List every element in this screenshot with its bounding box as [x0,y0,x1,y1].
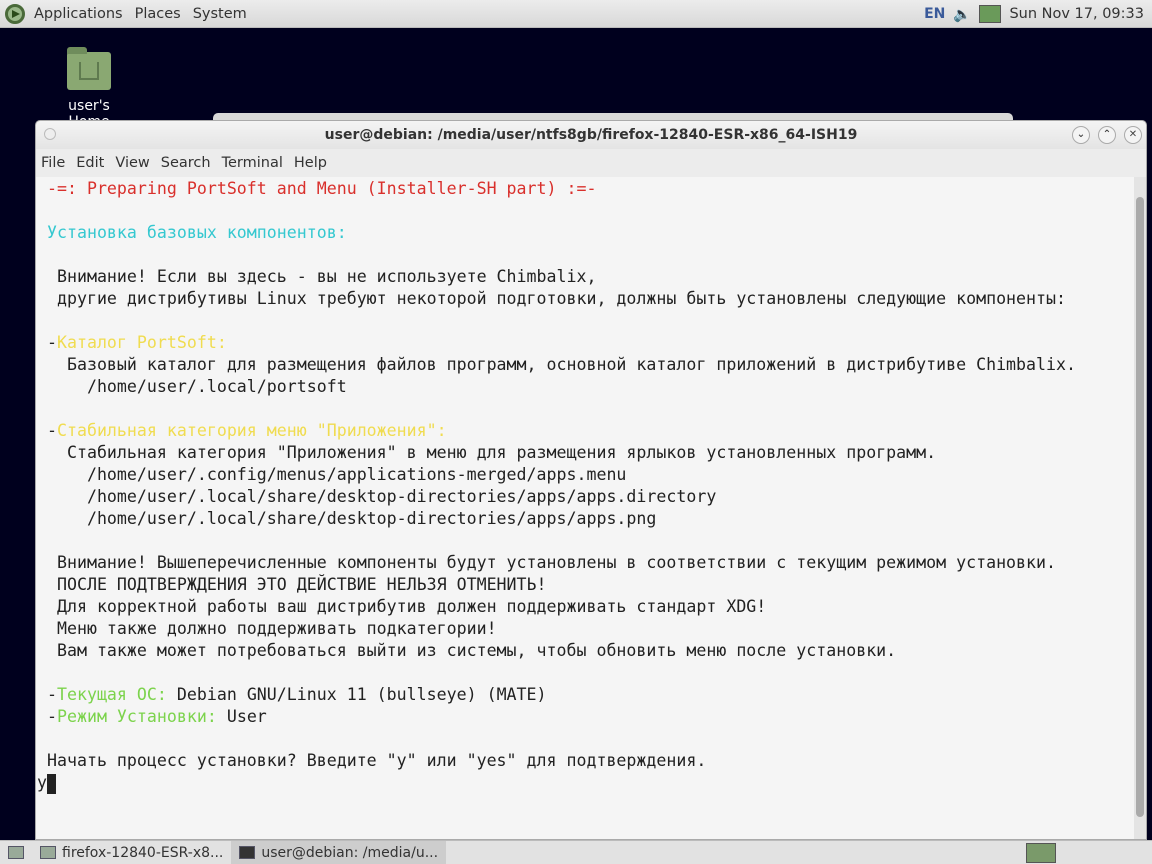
places-menu[interactable]: Places [132,6,184,22]
terminal-text: ПОСЛЕ ПОДТВЕРЖДЕНИЯ ЭТО ДЕЙСТВИЕ НЕЛЬЗЯ … [37,575,547,594]
scrollbar[interactable] [1134,177,1146,839]
terminal-line: другие дистрибутивы Linux требуют некото… [36,288,1136,310]
highlighted-text: -=: Preparing PortSoft and Menu (Install… [37,179,597,198]
maximize-button[interactable]: ⌃ [1098,126,1116,144]
terminal-line: -Каталог PortSoft: [36,332,1136,354]
highlighted-text: Режим Установки: [56,707,217,726]
top-panel: Applications Places System EN 🔈 Sun Nov … [0,0,1152,28]
keyboard-layout-indicator[interactable]: EN [924,6,945,22]
terminal-line: Внимание! Если вы здесь - вы не использу… [36,266,1136,288]
terminal-line: -Режим Установки: User [36,706,1136,728]
terminal-text: /home/user/.config/menus/applications-me… [37,465,627,484]
terminal-text: Начать процесс установки? Введите "y" ил… [37,751,707,770]
terminal-text: /home/user/.local/share/desktop-director… [37,487,717,506]
show-desktop-button[interactable] [0,841,32,864]
terminal-text: Меню также должно поддерживать подкатего… [37,619,497,638]
system-menu[interactable]: System [190,6,250,22]
terminal-line: /home/user/.local/share/desktop-director… [36,508,1136,530]
menu-bar: File Edit View Search Terminal Help [36,149,1146,177]
terminal-line: Установка базовых компонентов: [36,222,1136,244]
window-menu-icon[interactable] [44,128,56,140]
workspace-switcher[interactable] [1026,843,1056,863]
volume-icon[interactable]: 🔈 [953,6,971,23]
terminal-text: User [216,707,267,726]
desktop-icon-home[interactable]: user's Home [48,47,130,130]
taskbar-label: firefox-12840-ESR-x8... [62,844,224,861]
menu-file[interactable]: File [41,155,65,171]
input-line[interactable]: y [36,772,1136,794]
mate-logo-icon[interactable] [5,3,25,24]
minimize-button[interactable]: ⌄ [1072,126,1090,144]
menu-search[interactable]: Search [161,155,211,171]
taskbar-label: user@debian: /media/u... [261,844,439,861]
taskbar-item-terminal[interactable]: user@debian: /media/u... [231,841,447,864]
terminal-text: Базовый каталог для размещения файлов пр… [37,355,1076,374]
terminal-line: Начать процесс установки? Введите "y" ил… [36,750,1136,772]
highlighted-text: Стабильная категория меню "Приложения": [56,421,447,440]
highlighted-text: Каталог PortSoft: [56,333,227,352]
terminal-text: - [37,707,57,726]
close-button[interactable]: ✕ [1124,126,1142,144]
terminal-icon [239,846,256,859]
typed-input: y [37,773,47,792]
terminal-line: Базовый каталог для размещения файлов пр… [36,354,1136,376]
terminal-text: - [37,685,57,704]
menu-view[interactable]: View [115,155,149,171]
network-icon[interactable] [979,5,1002,23]
terminal-line: -Стабильная категория меню "Приложения": [36,420,1136,442]
folder-icon [40,846,56,859]
system-tray: EN 🔈 Sun Nov 17, 09:33 [924,0,1144,28]
terminal-line: -Текущая ОС: Debian GNU/Linux 11 (bullse… [36,684,1136,706]
title-bar[interactable]: user@debian: /media/user/ntfs8gb/firefox… [36,121,1146,149]
taskbar-item-file-manager[interactable]: firefox-12840-ESR-x8... [32,841,231,864]
terminal-text: /home/user/.local/share/desktop-director… [37,509,657,528]
terminal-text: - [37,333,57,352]
cursor [47,773,56,794]
terminal-text: другие дистрибутивы Linux требуют некото… [37,289,1066,308]
terminal-text: Для корректной работы ваш дистрибутив до… [37,597,767,616]
menu-edit[interactable]: Edit [76,155,104,171]
terminal-line: Вам также может потребоваться выйти из с… [36,640,1136,662]
window-title: user@debian: /media/user/ntfs8gb/firefox… [324,127,858,143]
highlighted-text: Установка базовых компонентов: [37,223,347,242]
home-folder-icon [67,47,111,90]
terminal-text: Внимание! Вышеперечисленные компоненты б… [37,553,1057,572]
menu-help[interactable]: Help [294,155,327,171]
scrollbar-thumb[interactable] [1136,197,1144,817]
terminal-text: - [37,421,57,440]
terminal-text: Внимание! Если вы здесь - вы не использу… [37,267,597,286]
terminal-text: Debian GNU/Linux 11 (bullseye) (MATE) [166,685,547,704]
show-desktop-icon [8,846,24,859]
terminal-line: Стабильная категория "Приложения" в меню… [36,442,1136,464]
terminal-line: Для корректной работы ваш дистрибутив до… [36,596,1136,618]
terminal-output[interactable]: -=: Preparing PortSoft and Menu (Install… [36,177,1136,839]
terminal-line: /home/user/.local/portsoft [36,376,1136,398]
terminal-line: Меню также должно поддерживать подкатего… [36,618,1136,640]
terminal-text: Стабильная категория "Приложения" в меню… [37,443,937,462]
terminal-text: /home/user/.local/portsoft [37,377,347,396]
terminal-line: Внимание! Вышеперечисленные компоненты б… [36,552,1136,574]
highlighted-text: Текущая ОС: [56,685,167,704]
terminal-window: user@debian: /media/user/ntfs8gb/firefox… [35,120,1147,840]
terminal-line: ПОСЛЕ ПОДТВЕРЖДЕНИЯ ЭТО ДЕЙСТВИЕ НЕЛЬЗЯ … [36,574,1136,596]
terminal-line: /home/user/.config/menus/applications-me… [36,464,1136,486]
bottom-panel: firefox-12840-ESR-x8... user@debian: /me… [0,840,1152,864]
terminal-text: Вам также может потребоваться выйти из с… [37,641,897,660]
menu-terminal[interactable]: Terminal [222,155,283,171]
terminal-line: /home/user/.local/share/desktop-director… [36,486,1136,508]
applications-menu[interactable]: Applications [31,6,126,22]
clock[interactable]: Sun Nov 17, 09:33 [1009,6,1144,22]
terminal-line: -=: Preparing PortSoft and Menu (Install… [36,178,1136,200]
